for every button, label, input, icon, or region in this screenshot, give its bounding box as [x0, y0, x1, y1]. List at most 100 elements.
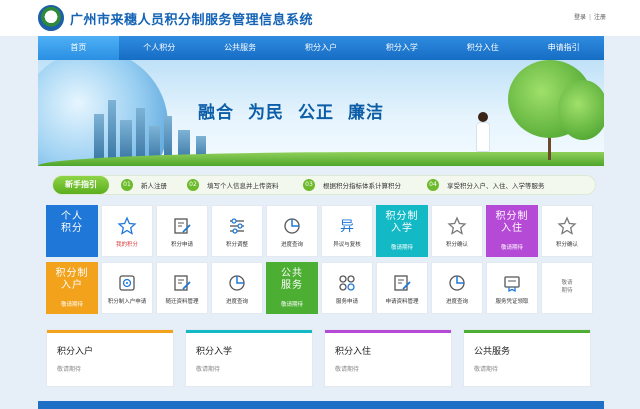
card-points-hukou[interactable]: 积分入户 敬请期待 — [46, 329, 174, 387]
tile-label: 敬请 期待 — [561, 280, 573, 294]
building-graphic — [136, 108, 145, 160]
step-number: 01 — [121, 179, 133, 191]
nav-points-school[interactable]: 积分入学 — [361, 36, 442, 60]
slogan-word: 为民 — [248, 103, 284, 123]
svg-text:异: 异 — [340, 219, 354, 235]
tile-subtitle: 敬请期待 — [390, 245, 413, 251]
pie-chart-icon — [284, 218, 300, 234]
pie-chart-icon — [229, 275, 245, 291]
tile-service-apply[interactable]: 服务申请 — [321, 262, 373, 314]
login-link[interactable]: 登录 — [574, 14, 586, 21]
card-points-school[interactable]: 积分入学 敬请期待 — [185, 329, 313, 387]
tile-progress-query[interactable]: 进度查询 — [431, 262, 483, 314]
tile-application-docs[interactable]: 申请资料管理 — [376, 262, 428, 314]
nav-points-hukou[interactable]: 积分入户 — [281, 36, 362, 60]
card-subtitle: 敬请期待 — [57, 366, 82, 373]
tile-points-hukou[interactable]: 积分制 入户 敬请期待 — [46, 262, 98, 314]
tile-subtitle: 敬请期待 — [60, 302, 83, 308]
step-text: 填写个人信息并上传资料 — [207, 182, 279, 190]
slogan-word: 融合 — [198, 103, 234, 123]
tile-points-confirm[interactable]: 积分确认 — [541, 205, 593, 257]
card-public-service[interactable]: 公共服务 敬请期待 — [463, 329, 591, 387]
building-graphic — [108, 100, 116, 160]
tile-label: 进度查询 — [445, 299, 468, 305]
card-accent-bar — [47, 330, 173, 333]
card-subtitle: 敬请期待 — [335, 366, 360, 373]
tile-label: 服务凭证领取 — [495, 299, 529, 305]
guide-badge: 新手指引 — [53, 176, 109, 194]
nav-guide[interactable]: 申请指引 — [523, 36, 604, 60]
card-title: 积分入住 — [335, 347, 372, 357]
tile-objection-review[interactable]: 异 异议与复核 — [321, 205, 373, 257]
slogan-word: 公正 — [298, 103, 334, 123]
tile-coming-soon[interactable]: 敬请 期待 — [541, 262, 593, 314]
tile-points-school[interactable]: 积分制 入学 敬请期待 — [376, 205, 428, 257]
tile-points-confirm[interactable]: 积分确认 — [431, 205, 483, 257]
tile-personal-points[interactable]: 个人 积分 — [46, 205, 98, 257]
auth-separator: | — [588, 14, 591, 21]
tile-service-certificate[interactable]: 服务凭证领取 — [486, 262, 538, 314]
header: 广州市来穗人员积分制服务管理信息系统 登录 | 注册 — [0, 0, 640, 36]
nav-points-housing[interactable]: 积分入住 — [442, 36, 523, 60]
step-text: 根据积分指标体系计算积分 — [323, 182, 401, 190]
tile-points-apply[interactable]: 积分申请 — [156, 205, 208, 257]
tile-progress-query[interactable]: 进度查询 — [266, 205, 318, 257]
tile-title: 积分制 入户 — [55, 268, 89, 291]
step-number: 03 — [303, 179, 315, 191]
card-accent-bar — [464, 330, 590, 333]
tile-label: 进度查询 — [225, 299, 248, 305]
tile-subtitle: 敬请期待 — [280, 302, 303, 308]
grid-icon — [339, 275, 355, 291]
tile-dependents-docs[interactable]: 随迁资料管理 — [156, 262, 208, 314]
card-title: 积分入学 — [196, 347, 233, 357]
objection-icon: 异 — [340, 219, 354, 235]
girl-head — [478, 112, 488, 122]
section-cards: 积分入户 敬请期待 积分入学 敬请期待 积分入住 敬请期待 公共服务 敬请期待 — [46, 329, 592, 389]
service-tiles: 个人 积分 我的积分 积分申请 积分调整 进度查询 异 异议与复核 积分制 入学 敬… — [46, 205, 593, 317]
building-graphic — [120, 120, 132, 160]
card-title: 积分入户 — [57, 347, 94, 357]
nav-home[interactable]: 首页 — [38, 36, 119, 60]
edit-icon — [394, 275, 411, 291]
tile-label: 积分申请 — [170, 242, 193, 248]
guide-step: 01 新人注册 — [121, 179, 167, 191]
tile-my-points[interactable]: 我的积分 — [101, 205, 153, 257]
guide-step: 03 根据积分指标体系计算积分 — [303, 179, 401, 191]
tile-points-adjust[interactable]: 积分调整 — [211, 205, 263, 257]
tile-points-housing[interactable]: 积分制 入住 敬请期待 — [486, 205, 538, 257]
emblem-logo — [38, 5, 64, 31]
tile-label: 服务申请 — [335, 299, 358, 305]
tile-label: 申请资料管理 — [385, 299, 419, 305]
tile-title: 积分制 入住 — [495, 211, 529, 234]
card-accent-bar — [325, 330, 451, 333]
star-icon — [557, 216, 577, 235]
tile-hukou-apply[interactable]: 积分制入户申请 — [101, 262, 153, 314]
tile-label: 积分确认 — [445, 242, 468, 248]
card-accent-bar — [186, 330, 312, 333]
step-number: 04 — [427, 179, 439, 191]
register-link[interactable]: 注册 — [594, 14, 606, 21]
tile-progress-query[interactable]: 进度查询 — [211, 262, 263, 314]
card-points-housing[interactable]: 积分入住 敬请期待 — [324, 329, 452, 387]
guide-step: 02 填写个人信息并上传资料 — [187, 179, 279, 191]
tile-title: 积分制 入学 — [385, 211, 419, 234]
sliders-icon — [230, 218, 244, 234]
hero-banner: 融合 为民 公正 廉洁 — [38, 60, 604, 166]
footer-bar — [38, 401, 604, 409]
certificate-icon — [504, 276, 520, 293]
banner-slogan: 融合 为民 公正 廉洁 — [198, 98, 398, 123]
auth-links: 登录 | 注册 — [574, 12, 606, 21]
card-subtitle: 敬请期待 — [196, 366, 221, 373]
tile-label: 进度查询 — [280, 242, 303, 248]
tile-label: 积分制入户申请 — [107, 299, 147, 305]
nav-public-service[interactable]: 公共服务 — [200, 36, 281, 60]
star-icon — [447, 216, 467, 235]
tile-title: 公共 服务 — [281, 268, 303, 291]
tile-label: 随迁资料管理 — [165, 299, 199, 305]
star-icon — [117, 216, 137, 235]
tile-public-service[interactable]: 公共 服务 敬请期待 — [266, 262, 318, 314]
step-text: 新人注册 — [141, 182, 167, 190]
nav-personal-points[interactable]: 个人积分 — [119, 36, 200, 60]
tile-label: 积分调整 — [225, 242, 248, 248]
step-text: 享受积分入户、入住、入学等服务 — [447, 182, 545, 190]
